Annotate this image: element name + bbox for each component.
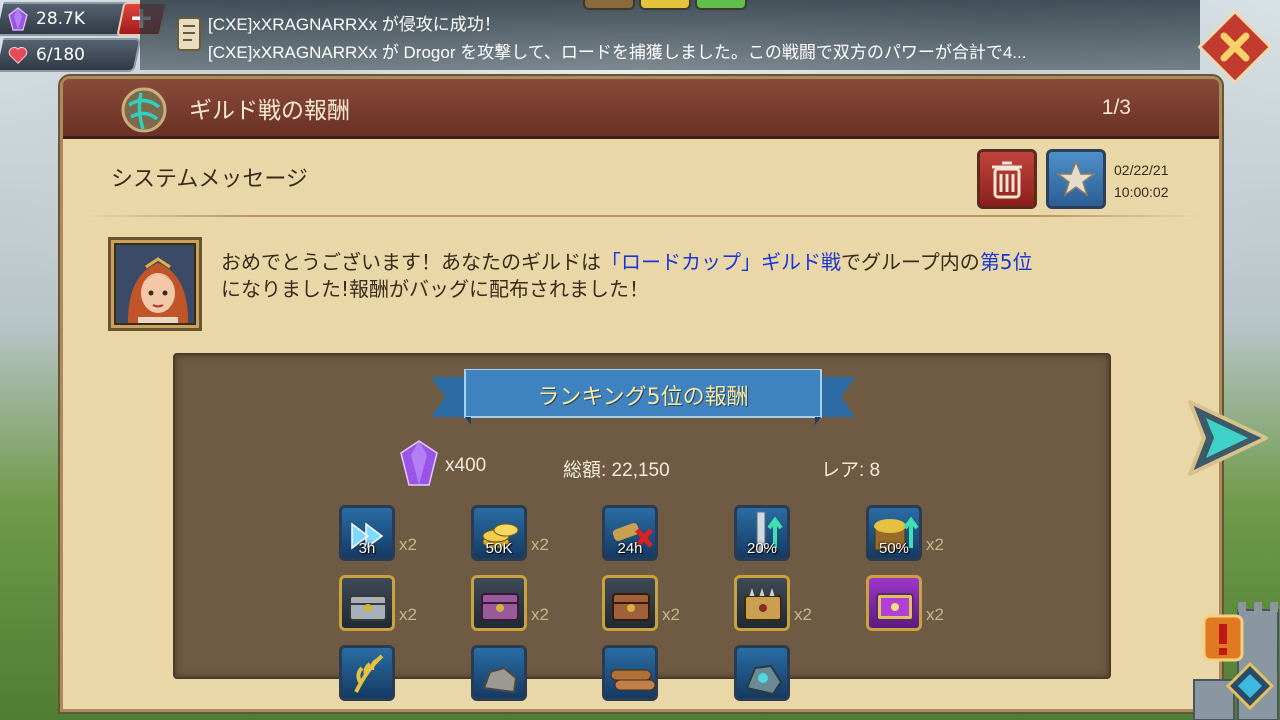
reward-item[interactable] <box>339 645 449 701</box>
gem-icon <box>400 440 438 486</box>
food-icon <box>339 645 395 701</box>
reward-item[interactable]: 24h <box>602 505 712 561</box>
reward-item[interactable]: x2 <box>339 575 449 631</box>
panel-header: ギルド戦の報酬 1/3 <box>63 79 1219 139</box>
reward-item[interactable] <box>471 645 581 701</box>
stone-icon <box>471 645 527 701</box>
reward-total: 総額: 22,150 <box>563 460 670 481</box>
top-tab-green[interactable] <box>695 0 747 10</box>
chest-silver-icon <box>339 575 395 631</box>
item-badge: 50% <box>878 540 910 557</box>
gem-icon <box>8 7 28 31</box>
gold-coins-icon: 50K <box>471 505 527 561</box>
heart-icon <box>8 47 28 65</box>
top-tab-brown[interactable] <box>583 0 635 10</box>
item-badge: 3h <box>358 540 376 557</box>
alert-icon[interactable] <box>1198 612 1248 668</box>
reward-banner-title: ランキング5位の報酬 <box>537 385 749 410</box>
next-page-button[interactable] <box>1186 398 1270 478</box>
item-badge: 20% <box>746 540 778 557</box>
item-quantity: x2 <box>926 605 944 624</box>
close-button[interactable] <box>1196 8 1274 86</box>
page-counter: 1/3 <box>1101 96 1131 119</box>
reward-item[interactable]: 20% <box>734 505 844 561</box>
reward-item[interactable]: x2 <box>471 575 581 631</box>
reward-item[interactable]: 3h x2 <box>339 505 449 561</box>
item-quantity: x2 <box>926 535 944 554</box>
star-icon <box>1056 160 1096 197</box>
top-tab-yellow[interactable] <box>639 0 691 10</box>
gems-counter[interactable]: 28.7K <box>0 2 132 36</box>
timber-icon <box>602 645 658 701</box>
reward-item[interactable]: 50% x2 <box>866 505 976 561</box>
gem-reward-qty: x400 <box>445 455 487 476</box>
mail-timestamp: 02/22/21 10:00:02 <box>1114 159 1169 203</box>
divider <box>83 215 1203 217</box>
hearts-value: 6/180 <box>36 45 85 65</box>
trash-icon <box>992 161 1022 199</box>
item-quantity: x2 <box>794 605 812 624</box>
item-quantity: x2 <box>531 535 549 554</box>
gems-value: 28.7K <box>36 9 85 29</box>
news-line-1: [CXE]xXRAGNARRXx が侵攻に成功！ <box>208 15 501 34</box>
mail-subject: システムメッセージ <box>111 167 308 192</box>
delete-button[interactable] <box>977 149 1037 209</box>
reward-summary: x400 総額: 22,150 レア: 8 <box>175 439 1109 491</box>
top-tabs <box>583 0 747 10</box>
reward-item[interactable]: 50K x2 <box>471 505 581 561</box>
hearts-counter[interactable]: 6/180 <box>0 38 142 72</box>
event-link[interactable]: 「ロードカップ」ギルド戦 <box>601 250 841 274</box>
chest-spiked-icon <box>734 575 790 631</box>
reward-rarity: レア: 8 <box>821 460 881 481</box>
scroll-icon <box>177 17 201 51</box>
attack-boost-icon: 20% <box>734 505 790 561</box>
reward-item[interactable] <box>602 645 712 701</box>
mail-message: おめでとうございます！あなたのギルドは「ロードカップ」ギルド戦でグループ内の第5… <box>221 250 1033 301</box>
mail-time: 10:00:02 <box>1114 184 1169 200</box>
guild-war-icon <box>121 87 167 133</box>
reward-item[interactable] <box>734 645 844 701</box>
item-quantity: x2 <box>531 605 549 624</box>
chest-bronze-icon <box>602 575 658 631</box>
rank-highlight: 第5位 <box>979 250 1033 274</box>
chest-purple-icon <box>471 575 527 631</box>
item-badge: 24h <box>617 540 643 557</box>
speedup-icon: 3h <box>339 505 395 561</box>
mail-panel: ギルド戦の報酬 1/3 システムメッセージ 02/22/21 10:00:02 <box>60 76 1222 712</box>
reward-item[interactable]: x2 <box>602 575 712 631</box>
item-quantity: x2 <box>399 535 417 554</box>
favorite-button[interactable] <box>1046 149 1106 209</box>
sender-portrait <box>108 237 202 331</box>
reward-item[interactable]: x2 <box>734 575 844 631</box>
reward-item[interactable]: x2 <box>866 575 976 631</box>
item-quantity: x2 <box>662 605 680 624</box>
chest-epic-icon <box>866 575 922 631</box>
news-line-2: [CXE]xXRAGNARRXx が Drogor を攻撃して、ロードを捕獲しま… <box>208 43 1027 62</box>
news-ticker[interactable]: [CXE]xXRAGNARRXx が侵攻に成功！ [CXE]xXRAGNARRX… <box>140 0 1200 70</box>
item-badge: 50K <box>485 540 513 557</box>
anti-scout-icon: 24h <box>602 505 658 561</box>
item-quantity: x2 <box>399 605 417 624</box>
page-title: ギルド戦の報酬 <box>189 98 350 124</box>
gathering-boost-icon: 50% <box>866 505 922 561</box>
ore-icon <box>734 645 790 701</box>
advisor-avatar-icon <box>116 245 194 323</box>
rewards-panel: ランキング5位の報酬 x400 総額: 22,150 レア: 8 3h x2 50K… <box>173 353 1111 701</box>
mail-date: 02/22/21 <box>1114 162 1169 178</box>
